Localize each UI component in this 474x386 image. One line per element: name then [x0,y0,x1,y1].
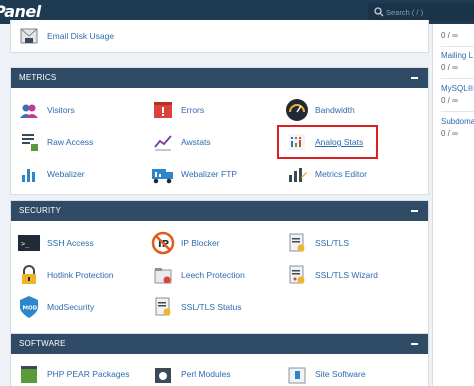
ssl-tls-wizard-item[interactable]: SSL/TLS Wizard [285,261,378,289]
stat-label-mailing-lists[interactable]: Mailing L [441,51,473,60]
site-software-icon [285,362,309,386]
webalizer-icon [17,162,41,186]
ssl-tls-status-item[interactable]: SSL/TLS Status [151,293,241,321]
site-software-item[interactable]: Site Software [285,360,366,386]
leech-protection-icon [151,263,175,287]
software-header[interactable]: SOFTWARE [11,334,428,354]
metrics-editor-item[interactable]: Metrics Editor [285,160,367,188]
email-disk-usage-icon [17,24,41,48]
webalizer-ftp-label: Webalizer FTP [181,169,238,179]
ssl-tls-wizard-icon [285,263,309,287]
raw-access-item[interactable]: Raw Access [17,128,93,156]
search-box[interactable] [368,3,474,21]
modsecurity-label: ModSecurity [47,302,95,312]
stat-value: 0 / ∞ [441,96,458,105]
bandwidth-item[interactable]: Bandwidth [285,96,355,124]
stat-label-subdomains[interactable]: Subdoma [441,117,474,126]
leech-protection-item[interactable]: Leech Protection [151,261,245,289]
metrics-editor-icon [285,162,309,186]
modsecurity-icon: MOD [17,295,41,319]
visitors-item[interactable]: Visitors [17,96,75,124]
stat-value: 0 / ∞ [441,63,458,72]
collapse-icon[interactable] [411,343,418,345]
security-panel: SECURITY >_ SSH Access IP IP Blocker SSL… [10,200,429,348]
ssl-tls-label: SSL/TLS [315,238,350,248]
metrics-panel: METRICS Visitors Errors Bandwidth Raw Ac… [10,67,429,195]
metrics-title: METRICS [19,73,57,82]
cpanel-logo[interactable]: Panel [0,2,41,21]
php-pear-item[interactable]: PHP PEAR Packages [17,360,130,386]
ssl-tls-icon [285,231,309,255]
security-title: SECURITY [19,206,62,215]
ssl-tls-item[interactable]: SSL/TLS [285,229,349,257]
main-content: Email Disk Usage METRICS Visitors Errors… [0,20,430,386]
ip-blocker-label: IP Blocker [181,238,220,248]
email-disk-usage-label: Email Disk Usage [47,31,115,41]
stat-divider [441,46,474,47]
webalizer-ftp-icon [151,162,175,186]
collapse-icon[interactable] [411,77,418,79]
raw-access-label: Raw Access [47,137,94,147]
stat-value: 0 / ∞ [441,129,458,138]
email-panel: Email Disk Usage [10,20,429,53]
hotlink-protection-label: Hotlink Protection [47,270,114,280]
webalizer-item[interactable]: Webalizer [17,160,85,188]
software-title: SOFTWARE [19,339,66,348]
php-pear-label: PHP PEAR Packages [47,369,130,379]
collapse-icon[interactable] [411,210,418,212]
webalizer-label: Webalizer [47,169,85,179]
errors-label: Errors [181,105,205,115]
ssh-access-label: SSH Access [47,238,94,248]
stats-sidebar: 0 / ∞ Mailing L 0 / ∞ MySQL® 0 / ∞ Subdo… [432,24,474,386]
software-panel: SOFTWARE PHP PEAR Packages Perl Modules … [10,333,429,386]
leech-protection-label: Leech Protection [181,270,245,280]
ssl-tls-status-icon [151,295,175,319]
metrics-header[interactable]: METRICS [11,68,428,88]
hotlink-protection-icon [17,263,41,287]
stat-value: 0 / ∞ [441,31,458,40]
bandwidth-icon [285,98,309,122]
ssh-access-icon: >_ [17,231,41,255]
ssh-access-item[interactable]: >_ SSH Access [17,229,94,257]
metrics-editor-label: Metrics Editor [315,169,367,179]
security-header[interactable]: SECURITY [11,201,428,221]
search-input[interactable] [386,5,472,19]
errors-item[interactable]: Errors [151,96,204,124]
ssl-tls-wizard-label: SSL/TLS Wizard [315,270,378,280]
awstats-icon [151,130,175,154]
visitors-icon [17,98,41,122]
stat-label-mysql[interactable]: MySQL® [441,84,474,93]
analog-stats-highlight [277,125,378,159]
stat-divider [441,78,474,79]
errors-icon [151,98,175,122]
webalizer-ftp-item[interactable]: Webalizer FTP [151,160,237,188]
awstats-item[interactable]: Awstats [151,128,211,156]
perl-modules-icon [151,362,175,386]
ip-blocker-item[interactable]: IP IP Blocker [151,229,220,257]
search-icon [374,7,384,17]
awstats-label: Awstats [181,137,211,147]
perl-modules-label: Perl Modules [181,369,231,379]
site-software-label: Site Software [315,369,366,379]
svg-text:MOD: MOD [23,306,38,312]
perl-modules-item[interactable]: Perl Modules [151,360,231,386]
stat-divider [441,111,474,112]
ssl-tls-status-label: SSL/TLS Status [181,302,242,312]
ip-blocker-icon: IP [151,231,175,255]
visitors-label: Visitors [47,105,75,115]
modsecurity-item[interactable]: MOD ModSecurity [17,293,94,321]
php-pear-icon [17,362,41,386]
hotlink-protection-item[interactable]: Hotlink Protection [17,261,114,289]
raw-access-icon [17,130,41,154]
email-disk-usage-item[interactable]: Email Disk Usage [17,22,114,50]
svg-text:>_: >_ [21,240,30,248]
bandwidth-label: Bandwidth [315,105,355,115]
